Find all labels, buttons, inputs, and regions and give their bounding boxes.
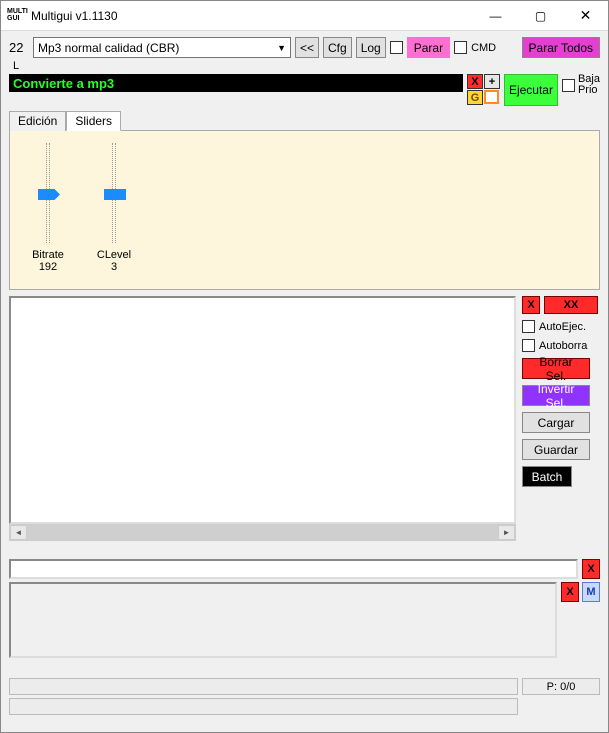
parar-button[interactable]: Parar (407, 37, 450, 58)
output-textarea[interactable] (9, 582, 557, 658)
batch-button[interactable]: Batch (522, 466, 572, 487)
orange-square-button[interactable] (484, 90, 499, 104)
bitrate-slider-value: 192 (39, 261, 57, 273)
invertir-sel-button[interactable]: Invertir Sel. (522, 385, 590, 406)
tab-sliders[interactable]: Sliders (66, 111, 121, 131)
x-small-button[interactable]: X (467, 74, 483, 89)
banner-bar: Convierte a mp3 (9, 74, 463, 92)
m-button[interactable]: M (582, 582, 600, 602)
clevel-slider-thumb[interactable] (104, 189, 126, 200)
list-hscrollbar[interactable]: ◄ ► (9, 524, 516, 541)
sliders-panel: Bitrate 192 CLevel 3 (9, 130, 600, 290)
letter-l-label: L (13, 60, 600, 72)
parar-todos-button[interactable]: Parar Todos (522, 37, 600, 58)
side-x-button[interactable]: X (522, 296, 540, 314)
autoborra-checkbox[interactable] (522, 339, 535, 352)
counter-label: 22 (9, 40, 29, 55)
log-checkbox[interactable] (390, 41, 403, 54)
autoejec-checkbox[interactable] (522, 320, 535, 333)
app-icon: MULTIGUI (7, 8, 25, 24)
autoejec-label: AutoEjec. (539, 321, 586, 333)
cmd-label: CMD (471, 42, 496, 54)
cargar-button[interactable]: Cargar (522, 412, 590, 433)
status-p: P: 0/0 (522, 678, 600, 695)
borrar-sel-button[interactable]: Borrar Sel. (522, 358, 590, 379)
close-button[interactable]: ✕ (563, 1, 608, 31)
tab-edicion[interactable]: Edición (9, 111, 66, 131)
back-button[interactable]: << (295, 37, 319, 58)
progress-bar-2 (9, 698, 518, 715)
cmd-checkbox[interactable] (454, 41, 467, 54)
path-x-button[interactable]: X (582, 559, 600, 579)
file-list[interactable] (9, 296, 516, 524)
baja-prio-checkbox[interactable] (562, 79, 575, 92)
autoborra-label: Autoborra (539, 340, 587, 352)
guardar-button[interactable]: Guardar (522, 439, 590, 460)
path-input[interactable] (9, 559, 578, 579)
scroll-right-arrow[interactable]: ► (498, 525, 515, 540)
progress-bar (9, 678, 518, 695)
window-title: Multigui v1.1130 (31, 9, 473, 23)
bitrate-slider-thumb[interactable] (38, 189, 60, 200)
output-x-button[interactable]: X (561, 582, 579, 602)
preset-dropdown[interactable]: Mp3 normal calidad (CBR) ▼ (33, 37, 291, 58)
ejecutar-button[interactable]: Ejecutar (504, 74, 558, 106)
bitrate-slider-label: Bitrate (32, 249, 64, 261)
minimize-button[interactable]: — (473, 1, 518, 31)
g-small-button[interactable]: G (467, 90, 483, 105)
clevel-slider-label: CLevel (97, 249, 131, 261)
maximize-button[interactable]: ▢ (518, 1, 563, 31)
side-xx-button[interactable]: XX (544, 296, 598, 314)
scroll-left-arrow[interactable]: ◄ (10, 525, 27, 540)
log-button[interactable]: Log (356, 37, 386, 58)
clevel-slider-value: 3 (111, 261, 117, 273)
cfg-button[interactable]: Cfg (323, 37, 352, 58)
baja-prio-label: BajaPrio (578, 74, 600, 96)
bitrate-slider[interactable] (46, 143, 50, 243)
chevron-down-icon: ▼ (277, 43, 286, 53)
preset-dropdown-value: Mp3 normal calidad (CBR) (38, 41, 179, 55)
scroll-thumb[interactable] (27, 525, 498, 540)
clevel-slider[interactable] (112, 143, 116, 243)
plus-small-button[interactable]: + (484, 74, 500, 89)
